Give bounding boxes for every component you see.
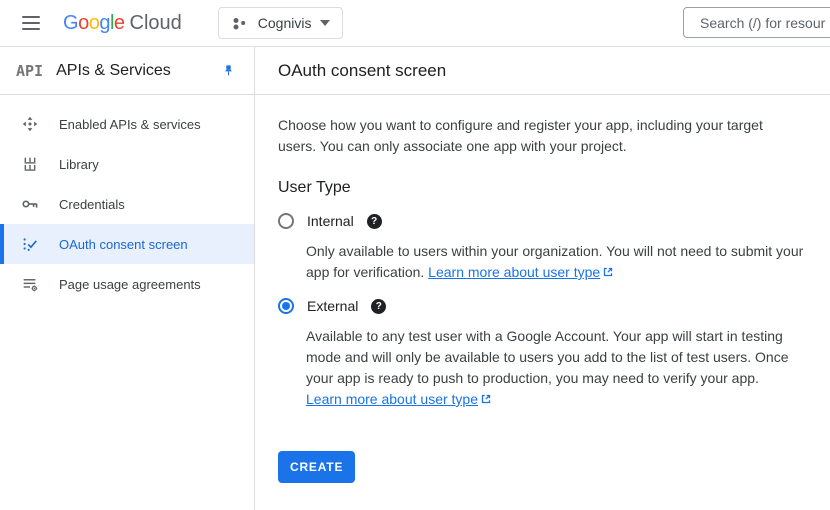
external-radio[interactable]: [278, 298, 294, 314]
sidebar-item-oauth-consent-screen[interactable]: OAuth consent screen: [0, 224, 254, 264]
sidebar-item-label: Credentials: [59, 197, 125, 212]
topbar: Google Cloud Cognivis: [0, 0, 830, 47]
logo-letter: e: [114, 12, 125, 35]
internal-description: Only available to users within your orga…: [306, 241, 806, 283]
sidebar-title: APIs & Services: [56, 62, 171, 80]
learn-more-link-internal[interactable]: Learn more about user type: [428, 264, 614, 280]
project-name: Cognivis: [258, 15, 312, 31]
pin-icon[interactable]: [221, 63, 236, 79]
search-input[interactable]: [683, 7, 830, 38]
sidebar-item-label: Library: [59, 157, 99, 172]
search-bar: [683, 7, 830, 38]
google-cloud-console: Google Cloud Cognivis API APIs & Service…: [0, 0, 830, 510]
sidebar: API APIs & Services Enabled APIs & servi…: [0, 47, 255, 510]
external-link-icon: [602, 266, 614, 278]
internal-option-row: Internal ?: [278, 213, 830, 229]
key-icon: [20, 194, 40, 214]
external-option-row: External ?: [278, 298, 830, 314]
external-link-icon: [480, 393, 492, 405]
external-description-text: Available to any test user with a Google…: [306, 328, 789, 386]
external-description: Available to any test user with a Google…: [306, 326, 806, 410]
main-panel: OAuth consent screen Choose how you want…: [255, 47, 830, 510]
sidebar-item-library[interactable]: Library: [0, 144, 254, 184]
help-icon[interactable]: ?: [367, 214, 382, 229]
sidebar-item-label: OAuth consent screen: [59, 237, 188, 252]
library-icon: [20, 154, 40, 174]
help-icon[interactable]: ?: [371, 299, 386, 314]
sidebar-item-label: Page usage agreements: [59, 277, 201, 292]
internal-radio[interactable]: [278, 213, 294, 229]
consent-screen-icon: [20, 234, 40, 254]
sidebar-item-enabled-apis[interactable]: Enabled APIs & services: [0, 104, 254, 144]
user-type-heading: User Type: [278, 179, 830, 197]
sidebar-item-label: Enabled APIs & services: [59, 117, 201, 132]
project-selector[interactable]: Cognivis: [218, 7, 344, 39]
intro-text: Choose how you want to configure and reg…: [278, 115, 790, 157]
logo-cloud-text: Cloud: [130, 12, 182, 35]
internal-radio-label[interactable]: Internal: [307, 213, 354, 229]
logo-letter: g: [99, 12, 110, 35]
sidebar-item-page-usage-agreements[interactable]: Page usage agreements: [0, 264, 254, 304]
logo-letter: G: [63, 12, 78, 35]
agreements-icon: [20, 274, 40, 294]
sidebar-header: API APIs & Services: [0, 47, 254, 95]
project-icon: [231, 14, 249, 32]
api-logo-icon: API: [16, 62, 43, 80]
menu-icon[interactable]: [22, 16, 40, 30]
sidebar-item-credentials[interactable]: Credentials: [0, 184, 254, 224]
sidebar-nav: Enabled APIs & services Library Credenti…: [0, 95, 254, 304]
enabled-apis-icon: [20, 114, 40, 134]
learn-more-link-text: Learn more about user type: [306, 391, 478, 407]
create-button[interactable]: CREATE: [278, 451, 355, 483]
logo-letter: o: [78, 12, 89, 35]
learn-more-link-external[interactable]: Learn more about user type: [306, 391, 492, 407]
learn-more-link-text: Learn more about user type: [428, 264, 600, 280]
page-title: OAuth consent screen: [278, 61, 446, 81]
external-radio-label[interactable]: External: [307, 298, 358, 314]
google-cloud-logo[interactable]: Google Cloud: [63, 12, 182, 35]
logo-letter: o: [89, 12, 100, 35]
chevron-down-icon: [320, 20, 330, 26]
page-header: OAuth consent screen: [255, 47, 830, 95]
